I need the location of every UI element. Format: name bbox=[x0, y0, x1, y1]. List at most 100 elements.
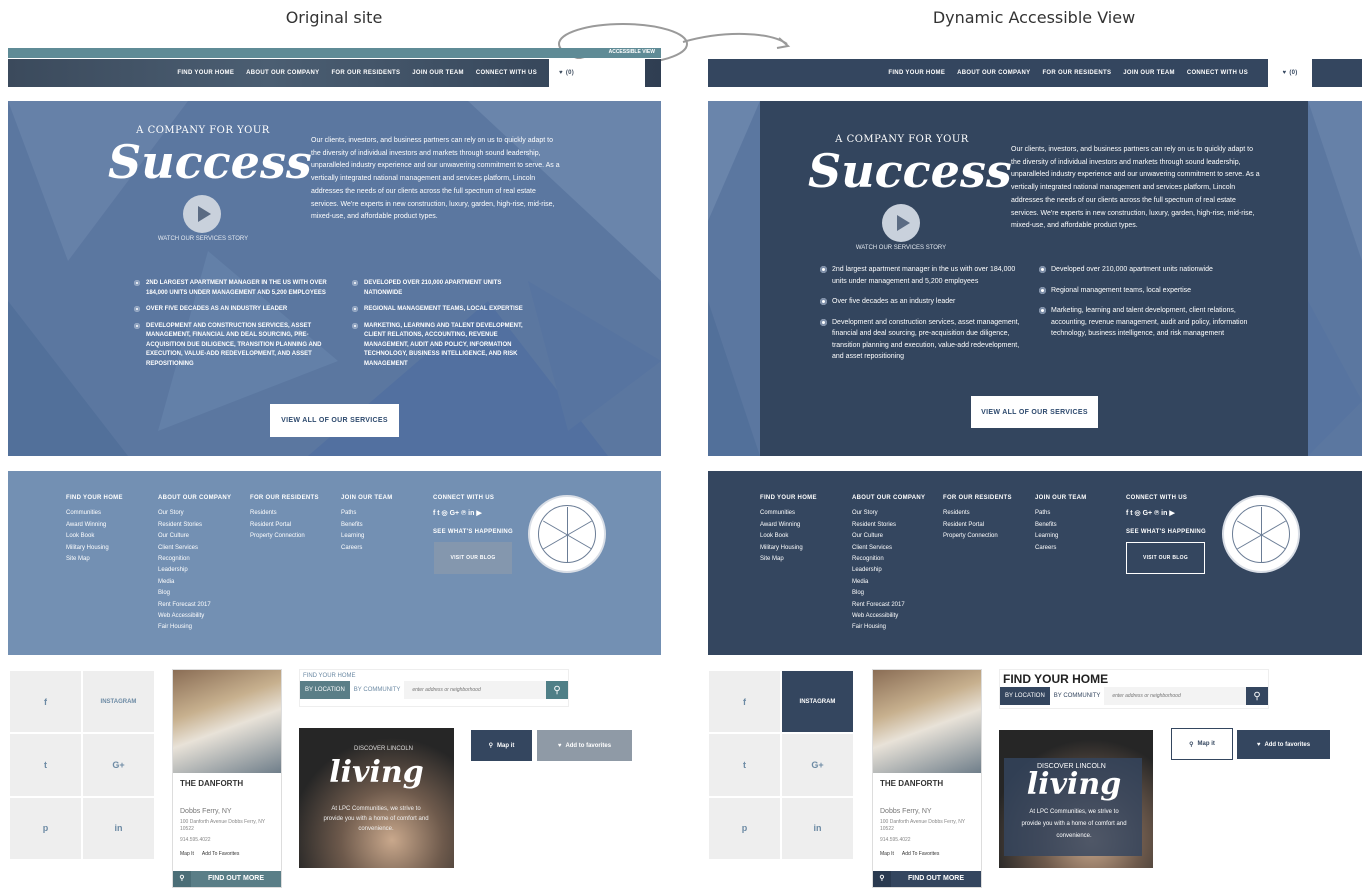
map-it-button[interactable]: ⚲ Map it bbox=[471, 730, 532, 761]
footer-link[interactable]: Look Book bbox=[760, 531, 817, 542]
footer-link[interactable]: Resident Stories bbox=[852, 520, 925, 531]
add-favorites-button[interactable]: ♥ Add to favorites bbox=[537, 730, 632, 761]
google-plus-icon[interactable]: G+ bbox=[83, 734, 154, 796]
watch-story-label[interactable]: WATCH OUR SERVICES STORY bbox=[826, 245, 976, 251]
instagram-link[interactable]: INSTAGRAM bbox=[83, 671, 154, 733]
find-out-more-bar[interactable]: ⚲ FIND OUT MORE bbox=[173, 871, 281, 887]
play-video-button[interactable] bbox=[882, 204, 920, 242]
favorites-button[interactable]: ♥ (0) bbox=[1268, 59, 1312, 87]
footer-link[interactable]: Residents bbox=[943, 508, 1012, 519]
footer-link[interactable]: Blog bbox=[852, 588, 925, 599]
footer-link[interactable]: Our Culture bbox=[158, 531, 231, 542]
property-name[interactable]: THE DANFORTH bbox=[873, 773, 981, 794]
footer-link[interactable]: Award Winning bbox=[66, 520, 123, 531]
nav-join-our-team[interactable]: JOIN OUR TEAM bbox=[412, 70, 464, 76]
property-phone[interactable]: 914.595.4022 bbox=[873, 835, 981, 845]
footer-link[interactable]: Leadership bbox=[852, 565, 925, 576]
footer-link[interactable]: Site Map bbox=[66, 554, 123, 565]
footer-link[interactable]: Site Map bbox=[760, 554, 817, 565]
pinterest-icon[interactable]: p bbox=[709, 797, 780, 859]
lincoln-living-promo[interactable]: DISCOVER LINCOLN living At LPC Communiti… bbox=[999, 730, 1153, 868]
footer-link[interactable]: Our Story bbox=[158, 508, 231, 519]
footer-link[interactable]: Media bbox=[158, 577, 231, 588]
tab-by-community[interactable]: BY COMMUNITY bbox=[350, 681, 405, 699]
footer-link[interactable]: Paths bbox=[1035, 508, 1087, 519]
footer-link[interactable]: Benefits bbox=[341, 520, 393, 531]
search-icon[interactable]: ⚲ bbox=[1246, 687, 1268, 705]
accessible-view-link[interactable]: ACCESSIBLE VIEW bbox=[609, 49, 655, 55]
footer-link[interactable]: Client Services bbox=[852, 543, 925, 554]
footer-link[interactable]: Award Winning bbox=[760, 520, 817, 531]
footer-link[interactable]: Recognition bbox=[852, 554, 925, 565]
footer-link[interactable]: Learning bbox=[1035, 531, 1087, 542]
pinterest-icon[interactable]: p bbox=[10, 797, 81, 859]
footer-link[interactable]: Rent Forecast 2017 bbox=[158, 600, 231, 611]
footer-link[interactable]: Paths bbox=[341, 508, 393, 519]
nav-for-our-residents[interactable]: FOR OUR RESIDENTS bbox=[1042, 70, 1111, 76]
add-favorites-link[interactable]: Add To Favorites bbox=[902, 851, 939, 857]
visit-blog-button[interactable]: VISIT OUR BLOG bbox=[434, 542, 512, 574]
map-it-link[interactable]: Map It bbox=[180, 851, 194, 857]
footer-link[interactable]: Resident Portal bbox=[943, 520, 1012, 531]
footer-link[interactable]: Careers bbox=[341, 543, 393, 554]
instagram-link[interactable]: INSTAGRAM bbox=[782, 671, 853, 733]
add-favorites-link[interactable]: Add To Favorites bbox=[202, 851, 239, 857]
footer-link[interactable]: Military Housing bbox=[66, 543, 123, 554]
search-input[interactable] bbox=[1104, 687, 1246, 705]
footer-link[interactable]: Residents bbox=[250, 508, 319, 519]
visit-blog-button[interactable]: VISIT OUR BLOG bbox=[1126, 542, 1205, 574]
footer-link[interactable]: Web Accessibility bbox=[158, 611, 231, 622]
search-input[interactable] bbox=[404, 681, 546, 699]
twitter-icon[interactable]: t bbox=[709, 734, 780, 796]
map-it-link[interactable]: Map It bbox=[880, 851, 894, 857]
map-it-button[interactable]: ⚲ Map it bbox=[1171, 728, 1233, 760]
property-phone[interactable]: 914.595.4022 bbox=[173, 835, 281, 845]
add-favorites-button[interactable]: ♥ Add to favorites bbox=[1237, 730, 1330, 759]
footer-link[interactable]: Resident Portal bbox=[250, 520, 319, 531]
footer-link[interactable]: Fair Housing bbox=[852, 622, 925, 633]
footer-link[interactable]: Property Connection bbox=[943, 531, 1012, 542]
view-services-button[interactable]: VIEW ALL OF OUR SERVICES bbox=[971, 396, 1098, 428]
social-icons[interactable]: f t ◎ G+ ℗ in ▶ bbox=[433, 508, 513, 519]
find-out-more-bar[interactable]: ⚲ FIND OUT MORE bbox=[873, 871, 981, 887]
footer-link[interactable]: Leadership bbox=[158, 565, 231, 576]
facebook-icon[interactable]: f bbox=[709, 671, 780, 733]
footer-link[interactable]: Fair Housing bbox=[158, 622, 231, 633]
footer-link[interactable]: Media bbox=[852, 577, 925, 588]
footer-link[interactable]: Client Services bbox=[158, 543, 231, 554]
footer-link[interactable]: Look Book bbox=[66, 531, 123, 542]
property-name[interactable]: THE DANFORTH bbox=[173, 773, 281, 794]
lincoln-living-promo[interactable]: DISCOVER LINCOLN living At LPC Communiti… bbox=[299, 728, 454, 868]
footer-link[interactable]: Our Culture bbox=[852, 531, 925, 542]
social-icons[interactable]: f t ◎ G+ ℗ in ▶ bbox=[1126, 508, 1206, 519]
footer-link[interactable]: Learning bbox=[341, 531, 393, 542]
twitter-icon[interactable]: t bbox=[10, 734, 81, 796]
nav-about-our-company[interactable]: ABOUT OUR COMPANY bbox=[957, 70, 1030, 76]
search-icon[interactable]: ⚲ bbox=[546, 681, 568, 699]
footer-link[interactable]: Web Accessibility bbox=[852, 611, 925, 622]
watch-story-label[interactable]: WATCH OUR SERVICES STORY bbox=[128, 236, 278, 242]
view-services-button[interactable]: VIEW ALL OF OUR SERVICES bbox=[270, 404, 399, 437]
footer-link[interactable]: Our Story bbox=[852, 508, 925, 519]
nav-connect-with-us[interactable]: CONNECT WITH US bbox=[1187, 70, 1248, 76]
footer-link[interactable]: Communities bbox=[760, 508, 817, 519]
footer-link[interactable]: Property Connection bbox=[250, 531, 319, 542]
footer-link[interactable]: Communities bbox=[66, 508, 123, 519]
tab-by-community[interactable]: BY COMMUNITY bbox=[1050, 687, 1105, 705]
nav-join-our-team[interactable]: JOIN OUR TEAM bbox=[1123, 70, 1175, 76]
linkedin-icon[interactable]: in bbox=[83, 797, 154, 859]
nav-find-your-home[interactable]: FIND YOUR HOME bbox=[888, 70, 945, 76]
nav-connect-with-us[interactable]: CONNECT WITH US bbox=[476, 70, 537, 76]
footer-link[interactable]: Careers bbox=[1035, 543, 1087, 554]
facebook-icon[interactable]: f bbox=[10, 671, 81, 733]
tab-by-location[interactable]: BY LOCATION bbox=[1000, 687, 1050, 705]
favorites-button[interactable]: ♥ (0) bbox=[549, 59, 645, 87]
footer-link[interactable]: Recognition bbox=[158, 554, 231, 565]
tab-by-location[interactable]: BY LOCATION bbox=[300, 681, 350, 699]
footer-link[interactable]: Military Housing bbox=[760, 543, 817, 554]
linkedin-icon[interactable]: in bbox=[782, 797, 853, 859]
nav-about-our-company[interactable]: ABOUT OUR COMPANY bbox=[246, 70, 319, 76]
footer-link[interactable]: Resident Stories bbox=[158, 520, 231, 531]
nav-find-your-home[interactable]: FIND YOUR HOME bbox=[177, 70, 234, 76]
footer-link[interactable]: Blog bbox=[158, 588, 231, 599]
